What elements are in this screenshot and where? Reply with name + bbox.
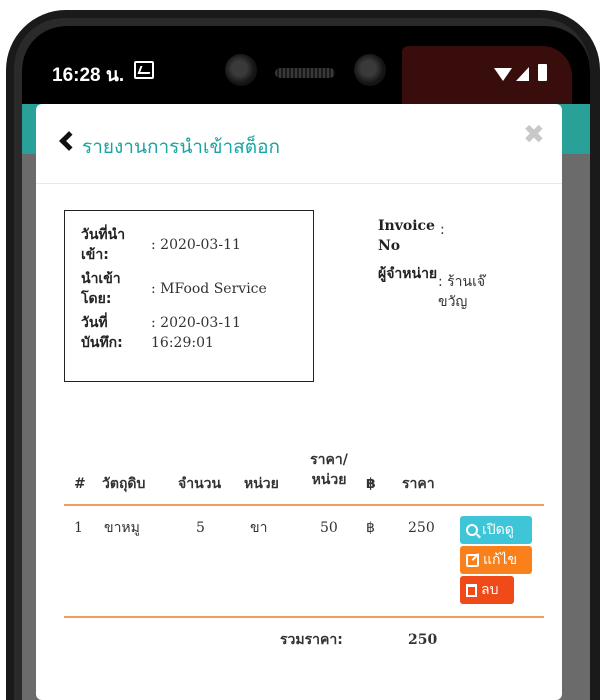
- modal-title: รายงานการนำเข้าสต็อก: [82, 136, 280, 158]
- row-quantity: 5: [196, 520, 205, 536]
- front-camera-icon: [225, 54, 257, 86]
- import-date-value: : 2020-03-11: [151, 237, 241, 253]
- edit-button-label: แก้ไข: [483, 552, 518, 568]
- table-footer-divider: [64, 616, 544, 618]
- edit-button[interactable]: แก้ไข: [460, 546, 532, 574]
- row-index: 1: [74, 520, 83, 536]
- status-time: 16:28 น.: [52, 65, 125, 86]
- row-currency: ฿: [366, 520, 375, 536]
- column-header-quantity: จำนวน: [178, 476, 222, 492]
- front-sensor-icon: [354, 54, 386, 86]
- import-date-label: วันที่นำเข้า:: [81, 227, 126, 263]
- invoice-no-label: Invoice No: [378, 218, 435, 254]
- record-date-value: : 2020-03-11 16:29:01: [151, 315, 241, 351]
- column-header-ingredient: วัตถุดิบ: [102, 476, 146, 492]
- column-header-unit: หน่วย: [244, 476, 279, 492]
- chevron-left-icon[interactable]: [59, 131, 79, 151]
- earpiece-speaker: [275, 68, 335, 78]
- view-button-label: เปิดดู: [482, 522, 514, 538]
- imported-by-value: : MFood Service: [151, 281, 267, 297]
- trash-icon: [466, 583, 477, 597]
- status-bar: 16:28 น.: [22, 26, 590, 104]
- column-header-price: ราคา: [402, 476, 435, 492]
- imported-by-label: นำเข้าโดย:: [81, 271, 121, 307]
- row-ingredient: ขาหมู: [104, 520, 140, 536]
- import-details-box: วันที่นำเข้า: : 2020-03-11 นำเข้าโดย: : …: [64, 210, 314, 382]
- gallery-notification-icon: [134, 61, 154, 79]
- delete-button-label: ลบ: [481, 582, 499, 598]
- row-unit: ขา: [250, 520, 268, 536]
- total-label: รวมราคา:: [280, 632, 343, 648]
- stock-import-report-modal: รายงานการนำเข้าสต็อก ✖ วันที่นำเข้า: : 2…: [36, 104, 562, 700]
- record-date-label: วันที่บันทึก:: [81, 315, 123, 351]
- search-icon: [466, 524, 478, 536]
- modal-header: รายงานการนำเข้าสต็อก ✖: [36, 104, 562, 184]
- view-button[interactable]: เปิดดู: [460, 516, 532, 544]
- row-price: 250: [408, 520, 435, 536]
- row-unit-price: 50: [320, 520, 338, 536]
- battery-icon: [538, 64, 547, 81]
- edit-icon: [466, 553, 479, 567]
- column-header-unit-price: ราคา/หน่วย: [310, 452, 348, 488]
- column-header-index: #: [74, 476, 86, 492]
- close-icon[interactable]: ✖: [523, 122, 545, 148]
- table-header-divider: [64, 504, 544, 506]
- signal-icon: [516, 67, 529, 81]
- invoice-no-value: :: [440, 222, 445, 238]
- column-header-currency: ฿: [366, 476, 376, 492]
- supplier-label: ผู้จำหน่าย: [378, 266, 438, 282]
- wifi-icon: [494, 68, 512, 81]
- delete-button[interactable]: ลบ: [460, 576, 514, 604]
- total-value: 250: [408, 632, 438, 648]
- supplier-value: : ร้านเจ๊ขวัญ: [438, 274, 486, 310]
